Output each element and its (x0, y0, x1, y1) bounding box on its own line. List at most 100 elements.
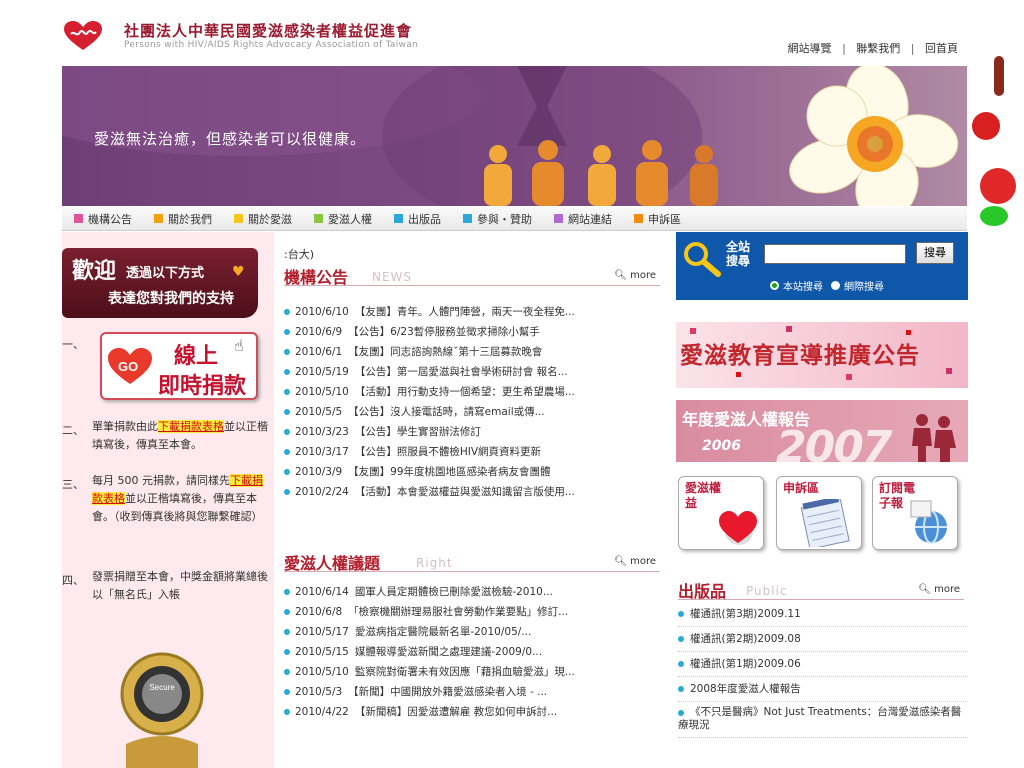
list-item[interactable]: 2010/5/5 【公告】沒人接電話時，請寫email或傳... (284, 402, 664, 422)
publication-item[interactable]: 權通訊(第2期)2009.08 (678, 627, 968, 652)
bullet-icon (678, 686, 684, 692)
aids-rights-button[interactable]: 愛滋權益 (678, 476, 764, 550)
list-item[interactable]: 2010/5/10 監察院對衛署未有效因應「藉捐血驗愛滋」現... (284, 662, 664, 682)
publications-more-link[interactable]: 🔍︎ more (918, 584, 960, 595)
nav-item-label: 參與・贊助 (477, 212, 532, 226)
nav-square-icon (314, 214, 323, 223)
globe-icon (910, 500, 947, 544)
list-item[interactable]: 2010/4/22 【新聞稿】因愛滋遭解雇 教您如何申訴討... (284, 702, 664, 722)
nav-item[interactable]: 機構公告 (74, 211, 132, 227)
step3-pre: 每月 500 元捐款，請同樣先 (92, 474, 230, 487)
list-item[interactable]: 2010/5/10 【活動】用行動支持一個希望：更生希望農場... (284, 382, 664, 402)
nav-square-icon (234, 214, 243, 223)
report-year-2: 2007 (776, 422, 892, 462)
publication-item[interactable]: 權通訊(第1期)2009.06 (678, 652, 968, 677)
online-donate-button[interactable]: GO 線上 ☝ 即時捐款 (100, 332, 258, 400)
rights-report-banner[interactable]: 年度愛滋人權報告 2006 2007 (676, 400, 968, 462)
separator: | (910, 42, 915, 55)
main-content: :台大) 機構公告 NEWS 🔍︎ more 2010/6/10 【友團】青年。人… (280, 232, 666, 768)
list-item[interactable]: 2010/6/9 【公告】6/23暫停服務並徵求掃除小幫手 (284, 322, 664, 342)
nav-item-label: 網站連結 (568, 212, 612, 226)
nav-item[interactable]: 出版品 (394, 211, 441, 227)
complaint-button[interactable]: 申訴區 (776, 476, 862, 550)
list-item[interactable]: 2010/3/9 【友團】99年度桃園地區感染者病友會團體 (284, 462, 664, 482)
bullet-icon (284, 689, 290, 695)
item-date: 2010/6/1 (295, 346, 343, 358)
list-item[interactable]: 2010/6/10 【友團】青年。人體門陣營，兩天一夜全程免... (284, 302, 664, 322)
list-item[interactable]: 2010/5/15 媒體報導愛滋新聞之處理建議-2009/0... (284, 642, 664, 662)
more-label: more (630, 270, 656, 281)
publications-title: 出版品 (678, 582, 727, 601)
rights-more-link[interactable]: 🔍︎ more (614, 556, 656, 567)
list-item[interactable]: 2010/5/17 愛滋病指定醫院最新名單-2010/05/... (284, 622, 664, 642)
support-sidebar: 歡迎 透過以下方式 ♥ 表達您對我們的支持 一、 GO 線上 ☝ 即時捐款 二、… (62, 232, 274, 768)
search-input[interactable] (764, 244, 906, 264)
announcements-more-link[interactable]: 🔍︎ more (614, 270, 656, 281)
nav-item[interactable]: 關於我們 (154, 211, 212, 227)
nav-item[interactable]: 網站連結 (554, 211, 612, 227)
radio-site[interactable] (770, 281, 779, 290)
publication-item[interactable]: 2008年度愛滋人權報告 (678, 677, 968, 702)
radio-web[interactable] (831, 281, 840, 290)
home-link[interactable]: 回首頁 (925, 42, 958, 55)
radio-web-label: 網際搜尋 (844, 282, 884, 293)
bullet-icon (284, 369, 290, 375)
publication-item[interactable]: 《不只是醫病》Not Just Treatments：台灣愛滋感染者醫療現況 (678, 702, 968, 738)
nav-square-icon (554, 214, 563, 223)
download-form-link[interactable]: 下載捐款表格 (158, 420, 224, 433)
nav-item[interactable]: 愛滋人權 (314, 211, 372, 227)
heart-icon: ♥ (232, 264, 245, 280)
publication-title: 權通訊(第2期)2009.08 (690, 633, 801, 645)
list-item[interactable]: 2010/2/24 【活動】本會愛滋權益與愛滋知識留言版使用... (284, 482, 664, 502)
search-label: 全站搜尋 (726, 240, 751, 268)
list-item[interactable]: 2010/6/8 「檢察機關辦理易服社會勞動作業要點」修訂... (284, 602, 664, 622)
list-item[interactable]: 2010/5/3 【新聞】中國開放外籍愛滋感染者入境 - ... (284, 682, 664, 702)
nav-item[interactable]: 參與・贊助 (463, 211, 532, 227)
newsletter-button[interactable]: 訂閱電子報 (872, 476, 958, 550)
search-button[interactable]: 搜尋 (916, 242, 954, 264)
bullet-icon (284, 709, 290, 715)
item-date: 2010/5/10 (295, 386, 349, 398)
item-date: 2010/5/3 (295, 686, 343, 698)
nav-item[interactable]: 關於愛滋 (234, 211, 292, 227)
publication-title: 權通訊(第1期)2009.06 (690, 658, 801, 670)
contact-link[interactable]: 聯繫我們 (856, 42, 900, 55)
announcements-title: 機構公告 (284, 268, 349, 287)
step-number: 三、 (62, 478, 84, 491)
bullet-icon (284, 409, 290, 415)
security-seal-icon[interactable]: Secure (116, 644, 208, 768)
item-title: 【友團】同志諮詢熱線ˇ第十三屆募款晚會 (348, 346, 543, 358)
education-promo-text: 愛滋教育宣導推廣公告 (680, 342, 920, 369)
list-item[interactable]: 2010/6/1 【友團】同志諮詢熱線ˇ第十三屆募款晚會 (284, 342, 664, 362)
announcements-list: 2010/6/10 【友團】青年。人體門陣營，兩天一夜全程免... 2010/6/9… (284, 302, 664, 502)
nav-item-label: 機構公告 (88, 212, 132, 226)
logo-heart-icon[interactable] (62, 20, 104, 52)
publications-subtitle: Public (746, 584, 788, 598)
complaint-label: 申訴區 (783, 481, 820, 495)
list-item[interactable]: 2010/3/17 【公告】照服員不體檢HIV網頁資料更新 (284, 442, 664, 462)
list-item[interactable]: 2010/6/14 國軍人員定期體檢已刪除愛滋檢驗-2010... (284, 582, 664, 602)
go-text: GO (118, 359, 138, 374)
nav-square-icon (634, 214, 643, 223)
step3-text: 每月 500 元捐款，請同樣先下載捐款表格並以正楷填寫後，傳真至本會。（收到傳真… (92, 472, 268, 526)
notepad-icon (800, 499, 850, 547)
item-title: 【公告】照服員不體檢HIV網頁資料更新 (354, 446, 542, 458)
list-item[interactable]: 2010/5/19 【公告】第一屆愛滋與社會學術研討會 報名... (284, 362, 664, 382)
top-links: 網站導覽 | 聯繫我們 | 回首頁 (788, 40, 958, 56)
item-title: 「檢察機關辦理易服社會勞動作業要點」修訂... (348, 606, 569, 618)
item-date: 2010/5/15 (295, 646, 349, 658)
more-label: more (934, 584, 960, 595)
bullet-icon (678, 661, 684, 667)
item-date: 2010/6/9 (295, 326, 343, 338)
sitemap-link[interactable]: 網站導覽 (788, 42, 832, 55)
nav-item-label: 愛滋人權 (328, 212, 372, 226)
publication-item[interactable]: 權通訊(第3期)2009.11 (678, 602, 968, 627)
item-title: 【公告】6/23暫停服務並徵求掃除小幫手 (348, 326, 540, 338)
hand-pointer-icon: ☝ (234, 336, 244, 355)
nav-item[interactable]: 申訴區 (634, 211, 681, 227)
announcements-subtitle: NEWS (372, 270, 413, 284)
list-item[interactable]: 2010/3/23 【公告】學生實習辦法修訂 (284, 422, 664, 442)
go-heart-icon: GO (108, 348, 152, 384)
welcome-title: 歡迎 (72, 258, 117, 284)
education-promo-banner[interactable]: 愛滋教育宣導推廣公告 (676, 322, 968, 388)
